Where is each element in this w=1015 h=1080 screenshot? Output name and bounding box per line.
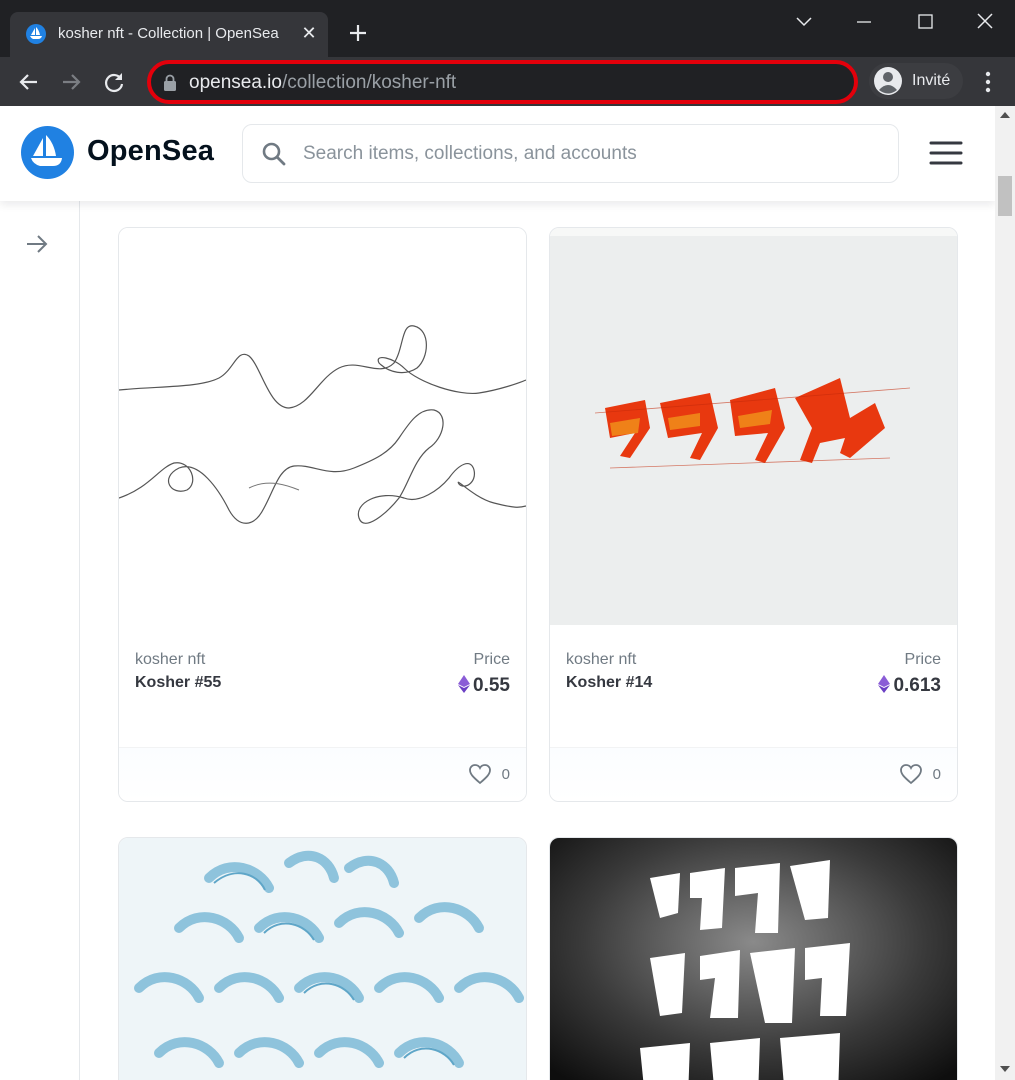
opensea-favicon-icon xyxy=(26,24,46,44)
nft-name[interactable]: Kosher #14 xyxy=(566,674,652,692)
brand-name[interactable]: OpenSea xyxy=(87,135,214,168)
search-icon xyxy=(262,142,286,166)
scroll-down-arrow-icon[interactable] xyxy=(1000,1066,1010,1072)
favorite-heart-icon[interactable] xyxy=(899,763,923,785)
scroll-thumb[interactable] xyxy=(998,176,1012,216)
forward-icon[interactable] xyxy=(56,67,86,97)
back-icon[interactable] xyxy=(14,67,44,97)
tab-search-chevron-icon[interactable] xyxy=(789,8,819,36)
site-header: OpenSea xyxy=(0,106,995,201)
expand-filters-arrow-icon[interactable] xyxy=(24,231,50,257)
new-tab-icon[interactable] xyxy=(345,20,371,46)
maximize-icon[interactable] xyxy=(910,8,940,36)
url-text: opensea.io/collection/kosher-nft xyxy=(189,72,457,93)
collection-name[interactable]: kosher nft xyxy=(566,651,636,669)
lock-icon[interactable] xyxy=(163,74,177,92)
favorite-count: 0 xyxy=(932,766,941,783)
collection-name[interactable]: kosher nft xyxy=(135,651,205,669)
nft-price: 0.55 xyxy=(458,675,510,697)
search-input[interactable] xyxy=(303,138,883,170)
nft-image-blue-swirl-calligraphy xyxy=(119,838,526,1080)
favorite-count: 0 xyxy=(501,766,510,783)
search-box[interactable] xyxy=(242,124,899,183)
browser-tab[interactable]: kosher nft - Collection | OpenSea ✕ xyxy=(10,12,328,57)
browser-toolbar: opensea.io/collection/kosher-nft Invité xyxy=(0,57,1015,106)
hamburger-menu-icon[interactable] xyxy=(929,140,963,166)
browser-menu-icon[interactable] xyxy=(976,69,1000,95)
profile-button[interactable]: Invité xyxy=(869,63,963,99)
nft-image-white-hebrew-on-dark xyxy=(550,838,957,1080)
nft-card[interactable]: kosher nft Kosher #55 Price 0.55 0 xyxy=(118,227,527,802)
ethereum-icon xyxy=(458,675,471,693)
favorite-heart-icon[interactable] xyxy=(468,763,492,785)
nft-card[interactable]: kosher nft Kosher #14 Price 0.613 0 xyxy=(549,227,958,802)
profile-avatar-icon xyxy=(874,67,902,95)
tab-close-icon[interactable]: ✕ xyxy=(300,23,318,43)
nft-card[interactable] xyxy=(118,837,527,1080)
minimize-icon[interactable] xyxy=(849,8,879,36)
web-page: OpenSea kosher nft Kosher #55 Price xyxy=(0,106,995,1080)
tab-title: kosher nft - Collection | OpenSea xyxy=(58,25,279,42)
nft-card[interactable] xyxy=(549,837,958,1080)
nft-card-footer: 0 xyxy=(119,747,526,801)
nft-price: 0.613 xyxy=(878,675,941,697)
reload-icon[interactable] xyxy=(99,67,129,97)
price-label: Price xyxy=(904,651,941,668)
browser-tab-bar: kosher nft - Collection | OpenSea ✕ xyxy=(0,0,1015,57)
nft-name[interactable]: Kosher #55 xyxy=(135,674,221,692)
nft-card-info: kosher nft Kosher #55 Price 0.55 xyxy=(119,625,526,747)
scroll-up-arrow-icon[interactable] xyxy=(1000,112,1010,118)
opensea-logo-icon[interactable] xyxy=(21,126,74,179)
filter-sidebar xyxy=(0,201,80,1080)
nft-image-red-hebrew-calligraphy xyxy=(550,228,957,625)
address-bar[interactable]: opensea.io/collection/kosher-nft xyxy=(147,60,858,104)
nft-card-info: kosher nft Kosher #14 Price 0.613 xyxy=(550,625,957,747)
nft-card-footer: 0 xyxy=(550,747,957,801)
profile-name: Invité xyxy=(912,72,951,89)
price-label: Price xyxy=(473,651,510,668)
nft-image-line-drawing xyxy=(119,228,526,625)
close-window-icon[interactable] xyxy=(970,8,1000,36)
page-scrollbar[interactable] xyxy=(995,106,1015,1080)
ethereum-icon xyxy=(878,675,891,693)
